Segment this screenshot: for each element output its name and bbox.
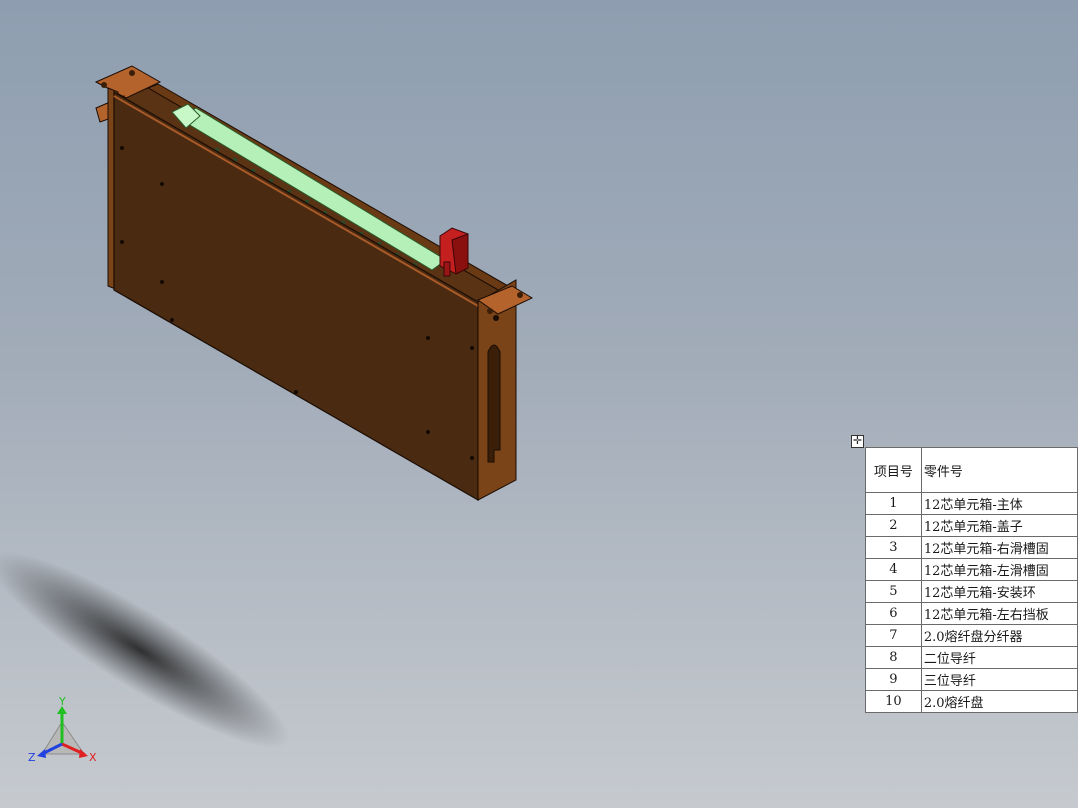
bom-item-no: 7: [865, 624, 922, 647]
bom-row[interactable]: 6 12芯单元箱-左右挡板: [865, 602, 1078, 625]
bom-row[interactable]: 5 12芯单元箱-安装环: [865, 580, 1078, 603]
side-slot: [487, 344, 501, 463]
bom-part-name: 12芯单元箱-右滑槽固: [920, 536, 1078, 559]
bom-part-name: 三位导纤: [920, 668, 1078, 691]
bom-item-no: 1: [865, 492, 922, 515]
bom-part-name: 2.0熔纤盘: [920, 690, 1078, 713]
bom-item-no: 4: [865, 558, 922, 581]
move-cross-icon[interactable]: ✛: [851, 435, 864, 448]
bom-part-name: 12芯单元箱-安装环: [920, 580, 1078, 603]
axis-y-label: Y: [58, 696, 66, 708]
side-hole: [493, 315, 499, 321]
axis-x-arrow: [79, 749, 88, 758]
orientation-triad-icon[interactable]: Y X Z: [26, 696, 106, 776]
red-bracket-stem: [443, 261, 451, 277]
bom-part-name: 二位导纤: [920, 646, 1078, 669]
bom-part-name: 2.0熔纤盘分纤器: [920, 624, 1078, 647]
bom-header-item-no: 项目号: [865, 447, 922, 493]
bom-part-name: 12芯单元箱-左右挡板: [920, 602, 1078, 625]
bom-part-name: 12芯单元箱-主体: [920, 492, 1078, 515]
front-face: [113, 90, 479, 502]
flange-hole: [129, 70, 135, 76]
bom-part-name: 12芯单元箱-盖子: [920, 514, 1078, 537]
flange-hole: [517, 292, 523, 298]
unit-box-model[interactable]: [94, 65, 534, 502]
bom-part-name: 12芯单元箱-左滑槽固: [920, 558, 1078, 581]
bom-row[interactable]: 2 12芯单元箱-盖子: [865, 514, 1078, 537]
bom-item-no: 8: [865, 646, 922, 669]
bom-header-row: 项目号 零件号: [865, 447, 1078, 493]
axis-z-arrow: [37, 749, 46, 758]
bom-header-part-no: 零件号: [920, 447, 1078, 493]
bom-item-no: 9: [865, 668, 922, 691]
bom-item-no: 6: [865, 602, 922, 625]
bom-row[interactable]: 9 三位导纤: [865, 668, 1078, 691]
flange-hole: [101, 82, 107, 88]
bom-row[interactable]: 3 12芯单元箱-右滑槽固: [865, 536, 1078, 559]
bom-item-no: 10: [865, 690, 922, 713]
bom-item-no: 3: [865, 536, 922, 559]
axis-z-label: Z: [28, 751, 36, 764]
graphics-viewport[interactable]: ✛ 项目号 零件号 1 12芯单元箱-主体 2 12芯单元箱-盖子 3 12芯单…: [0, 0, 1078, 808]
bom-row[interactable]: 8 二位导纤: [865, 646, 1078, 669]
bom-row[interactable]: 7 2.0熔纤盘分纤器: [865, 624, 1078, 647]
bom-row[interactable]: 4 12芯单元箱-左滑槽固: [865, 558, 1078, 581]
axis-x-label: X: [89, 751, 97, 764]
flange-hole: [487, 308, 493, 314]
bom-table[interactable]: 项目号 零件号 1 12芯单元箱-主体 2 12芯单元箱-盖子 3 12芯单元箱…: [865, 447, 1078, 713]
bom-item-no: 2: [865, 514, 922, 537]
bom-item-no: 5: [865, 580, 922, 603]
bom-row[interactable]: 1 12芯单元箱-主体: [865, 492, 1078, 515]
bom-row[interactable]: 10 2.0熔纤盘: [865, 690, 1078, 713]
